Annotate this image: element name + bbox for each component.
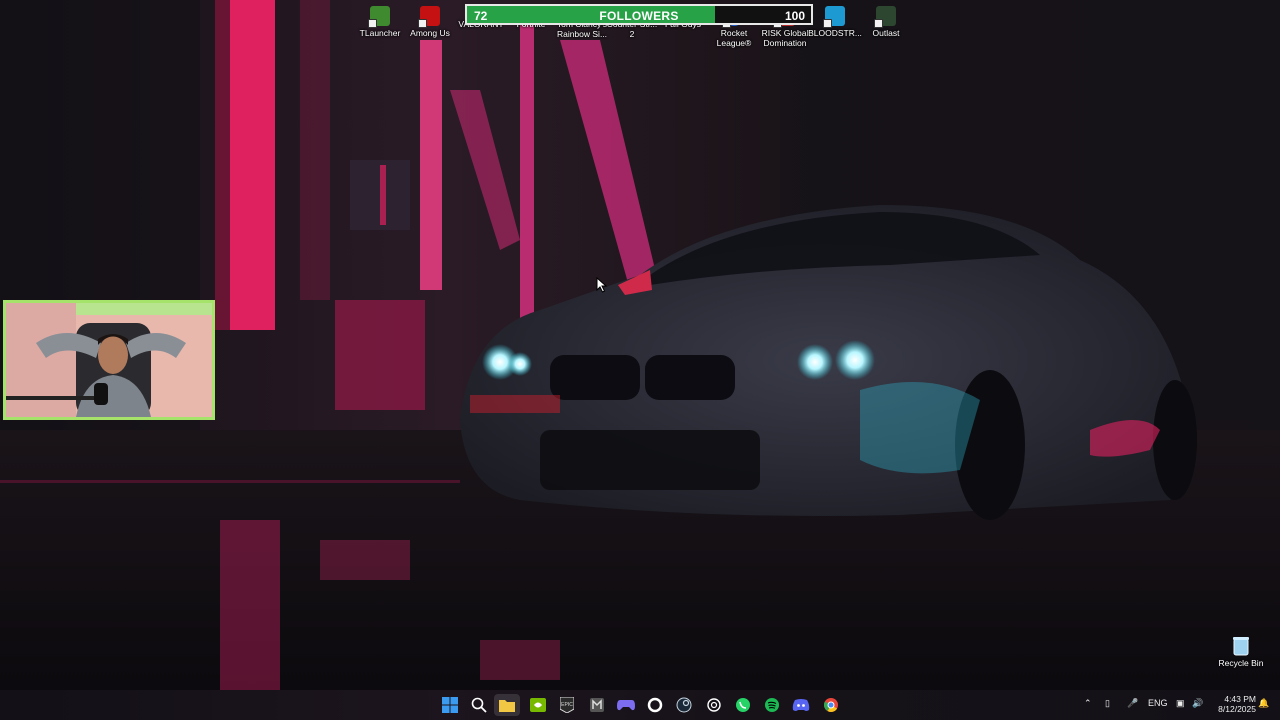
discord-icon xyxy=(792,699,810,711)
media-icon xyxy=(590,698,604,712)
folder-icon xyxy=(499,700,515,712)
recycle-bin-label: Recycle Bin xyxy=(1218,658,1264,668)
among-us-icon xyxy=(418,6,440,28)
desktop-icon-label: Among Us xyxy=(410,28,450,38)
recycle-bin-icon xyxy=(1233,637,1249,656)
chrome-button[interactable] xyxy=(820,694,842,716)
clock-date: 8/12/2025 xyxy=(1218,704,1256,714)
file-explorer-button[interactable] xyxy=(494,694,520,716)
chatgpt-button[interactable] xyxy=(703,694,725,716)
steam-icon xyxy=(676,697,692,713)
desktop-icon-label: Outlast xyxy=(872,28,900,38)
volume-icon[interactable]: 🔊 xyxy=(1192,698,1203,709)
tlauncher-icon xyxy=(368,6,390,28)
webcam-overlay xyxy=(3,300,215,420)
search-icon xyxy=(471,697,487,713)
circle-app-icon xyxy=(647,697,663,713)
clock-time: 4:43 PM xyxy=(1224,694,1256,704)
epic-games-button[interactable]: EPIC xyxy=(556,694,578,716)
desktop-icon-label: BLOODSTR... xyxy=(808,28,862,38)
usb-device-icon[interactable]: ▯ xyxy=(1105,698,1110,709)
bloodstrike-icon xyxy=(823,6,845,28)
desktop-icon-bloodstrike[interactable]: BLOODSTR... xyxy=(808,6,862,38)
svg-text:EPIC: EPIC xyxy=(561,702,573,708)
spotify-icon xyxy=(765,698,779,712)
game-bar-button[interactable] xyxy=(615,694,637,716)
desktop-icon-label: Rocket League® xyxy=(716,28,752,48)
language-indicator[interactable]: ENG xyxy=(1148,698,1168,708)
discord-button[interactable] xyxy=(790,694,812,716)
desktop-icon-recycle-bin[interactable]: Recycle Bin xyxy=(1216,636,1266,668)
outlast-icon xyxy=(874,6,896,28)
mouse-cursor-icon xyxy=(596,277,608,293)
epic-games-icon: EPIC xyxy=(560,697,574,713)
show-hidden-icons-chevron-up-icon[interactable]: ⌃ xyxy=(1084,698,1092,709)
desktop-icon-outlast[interactable]: Outlast xyxy=(859,6,913,38)
network-icon[interactable]: ▣ xyxy=(1176,698,1185,709)
webcam-feed xyxy=(6,303,212,417)
followers-goal-widget: 72 FOLLOWERS 100 xyxy=(465,4,813,25)
search-button[interactable] xyxy=(468,694,490,716)
whatsapp-icon xyxy=(736,698,750,712)
media-button[interactable] xyxy=(586,694,608,716)
chrome-icon xyxy=(823,698,838,712)
gamepad-icon xyxy=(617,700,635,711)
followers-goal-count: 100 xyxy=(784,9,805,23)
notifications-bell-icon[interactable]: 🔔 xyxy=(1258,698,1269,709)
chatgpt-icon xyxy=(707,698,721,712)
windows-logo-icon xyxy=(442,697,458,713)
desktop-icon-tlauncher[interactable]: TLauncher xyxy=(353,6,407,38)
nvidia-button[interactable] xyxy=(527,694,549,716)
spotify-button[interactable] xyxy=(761,694,783,716)
start-button[interactable] xyxy=(439,694,461,716)
desktop-icon-among-us[interactable]: Among Us xyxy=(403,6,457,38)
clock[interactable]: 4:43 PM 8/12/2025 xyxy=(1210,694,1256,714)
followers-label: FOLLOWERS xyxy=(599,9,679,23)
microphone-icon[interactable]: 🎤 xyxy=(1127,698,1138,709)
steam-button[interactable] xyxy=(673,694,695,716)
app-o-button[interactable] xyxy=(644,694,666,716)
whatsapp-button[interactable] xyxy=(732,694,754,716)
nvidia-icon xyxy=(530,698,546,712)
desktop-icon-label: RISK Global Domination xyxy=(761,28,809,48)
desktop-icon-label: TLauncher xyxy=(359,28,401,38)
